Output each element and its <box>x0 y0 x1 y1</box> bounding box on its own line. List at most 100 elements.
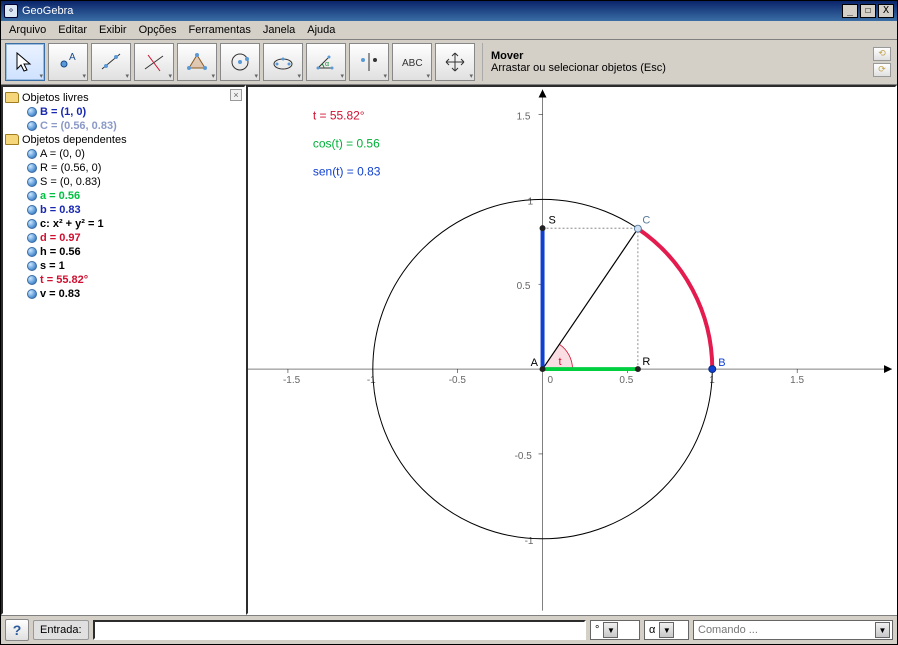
tree-item[interactable]: h = 0.56 <box>5 245 242 259</box>
menu-options[interactable]: Opções <box>139 24 177 36</box>
bullet-icon <box>27 121 37 131</box>
tool-info-desc: Arrastar ou selecionar objetos (Esc) <box>491 62 862 74</box>
tree-item[interactable]: S = (0, 0.83) <box>5 175 242 189</box>
tool-circle[interactable] <box>220 43 260 81</box>
maximize-button[interactable]: ☐ <box>860 4 876 18</box>
tree-item[interactable]: c: x² + y² = 1 <box>5 217 242 231</box>
close-button[interactable]: X <box>878 4 894 18</box>
unit-dropdown[interactable]: °▼ <box>590 620 640 640</box>
menu-file[interactable]: Arquivo <box>9 24 46 36</box>
algebra-sidebar: × Objetos livres B = (1, 0)C = (0.56, 0.… <box>1 85 246 615</box>
bullet-icon <box>27 261 37 271</box>
canvas-text-sen: sen(t) = 0.83 <box>313 164 381 178</box>
tool-polygon[interactable] <box>177 43 217 81</box>
tree-item[interactable]: R = (0.56, 0) <box>5 161 242 175</box>
menu-window[interactable]: Janela <box>263 24 295 36</box>
undo-button[interactable]: ⟲ <box>873 47 891 61</box>
svg-text:C: C <box>642 214 650 226</box>
tree-item-label: v = 0.83 <box>40 288 80 300</box>
graphics-svg: -1.5 -1 -0.5 0.5 1 1.5 1.5 1 0.5 -0.5 -1… <box>248 87 895 613</box>
bullet-icon <box>27 191 37 201</box>
canvas-text-cos: cos(t) = 0.56 <box>313 136 380 150</box>
svg-text:0: 0 <box>548 375 554 386</box>
tree-section-dep-label: Objetos dependentes <box>22 134 127 146</box>
menubar: Arquivo Editar Exibir Opções Ferramentas… <box>1 21 897 40</box>
tree-item[interactable]: A = (0, 0) <box>5 147 242 161</box>
tree-item[interactable]: t = 55.82° <box>5 273 242 287</box>
folder-icon <box>5 92 19 103</box>
menu-help[interactable]: Ajuda <box>307 24 335 36</box>
tree-item[interactable]: b = 0.83 <box>5 203 242 217</box>
toolbar: A α ABC Mover Arrastar ou selecionar obj… <box>1 40 897 85</box>
menu-tools[interactable]: Ferramentas <box>188 24 250 36</box>
menu-view[interactable]: Exibir <box>99 24 127 36</box>
tree-section-free-label: Objetos livres <box>22 92 89 104</box>
graphics-canvas[interactable]: -1.5 -1 -0.5 0.5 1 1.5 1.5 1 0.5 -0.5 -1… <box>246 85 897 615</box>
chevron-down-icon: ▼ <box>603 622 618 638</box>
tool-point[interactable]: A <box>48 43 88 81</box>
app-title: GeoGebra <box>22 5 73 17</box>
tree-item-label: S = (0, 0.83) <box>40 176 101 188</box>
bullet-icon <box>27 177 37 187</box>
command-dropdown[interactable]: Comando ...▼ <box>693 620 893 640</box>
tool-ellipse[interactable] <box>263 43 303 81</box>
tree-item-label: h = 0.56 <box>40 246 81 258</box>
help-button[interactable]: ? <box>5 619 29 641</box>
menu-edit[interactable]: Editar <box>58 24 87 36</box>
tree-item[interactable]: C = (0.56, 0.83) <box>5 119 242 133</box>
tool-move[interactable] <box>5 43 45 81</box>
sidebar-close[interactable]: × <box>230 89 242 101</box>
svg-text:0.5: 0.5 <box>517 281 531 292</box>
app-icon: ⚬ <box>4 4 18 18</box>
tool-movegraphics[interactable] <box>435 43 475 81</box>
tool-angle[interactable]: α <box>306 43 346 81</box>
tree-item-label: C = (0.56, 0.83) <box>40 120 117 132</box>
bottombar: ? Entrada: °▼ α▼ Comando ...▼ <box>1 616 897 644</box>
tree-item-label: s = 1 <box>40 260 65 272</box>
tree-item[interactable]: v = 0.83 <box>5 287 242 301</box>
svg-text:B: B <box>718 357 725 369</box>
bullet-icon <box>27 107 37 117</box>
tool-info: Mover Arrastar ou selecionar objetos (Es… <box>482 43 870 81</box>
bullet-icon <box>27 275 37 285</box>
redo-button[interactable]: ⟳ <box>873 63 891 77</box>
svg-text:S: S <box>549 214 556 226</box>
window-buttons: _ ☐ X <box>842 4 894 18</box>
tool-info-title: Mover <box>491 50 862 62</box>
tree-item-label: b = 0.83 <box>40 204 81 216</box>
bullet-icon <box>27 247 37 257</box>
svg-text:ABC: ABC <box>402 58 423 69</box>
content: × Objetos livres B = (1, 0)C = (0.56, 0.… <box>1 85 897 616</box>
tree-item-label: a = 0.56 <box>40 190 80 202</box>
tool-text[interactable]: ABC <box>392 43 432 81</box>
tool-reflect[interactable] <box>349 43 389 81</box>
svg-text:1.5: 1.5 <box>517 111 531 122</box>
bullet-icon <box>27 205 37 215</box>
bullet-icon <box>27 163 37 173</box>
svg-text:-1: -1 <box>525 536 534 547</box>
chevron-down-icon: ▼ <box>659 622 674 638</box>
tree-section-dep[interactable]: Objetos dependentes <box>5 133 242 147</box>
tool-line[interactable] <box>91 43 131 81</box>
input-label: Entrada: <box>33 620 89 640</box>
svg-text:α: α <box>325 61 329 68</box>
tree-item[interactable]: s = 1 <box>5 259 242 273</box>
bullet-icon <box>27 289 37 299</box>
svg-text:A: A <box>531 357 539 369</box>
bullet-icon <box>27 219 37 229</box>
tree-item-label: R = (0.56, 0) <box>40 162 101 174</box>
svg-text:-1.5: -1.5 <box>283 375 301 386</box>
tool-perpendicular[interactable] <box>134 43 174 81</box>
svg-text:t: t <box>559 356 562 368</box>
alpha-dropdown[interactable]: α▼ <box>644 620 689 640</box>
canvas-text-t: t = 55.82° <box>313 108 365 122</box>
svg-text:-1: -1 <box>367 375 376 386</box>
tree-item[interactable]: B = (1, 0) <box>5 105 242 119</box>
tree-item[interactable]: a = 0.56 <box>5 189 242 203</box>
svg-text:1: 1 <box>528 196 534 207</box>
tree-item[interactable]: d = 0.97 <box>5 231 242 245</box>
input-field[interactable] <box>93 620 586 640</box>
minimize-button[interactable]: _ <box>842 4 858 18</box>
svg-text:-0.5: -0.5 <box>449 375 467 386</box>
tree-section-free[interactable]: Objetos livres <box>5 91 242 105</box>
